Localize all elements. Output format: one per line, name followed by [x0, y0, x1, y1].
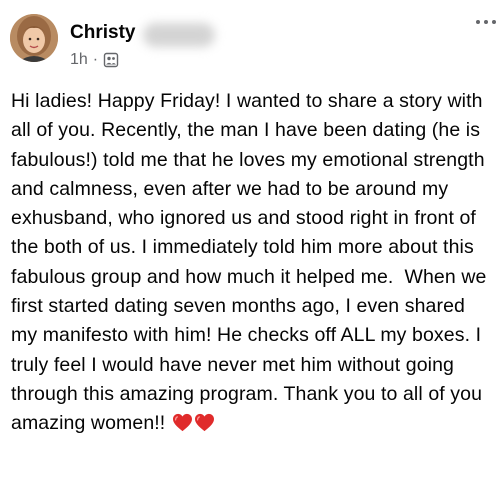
- post-timestamp[interactable]: 1h: [70, 51, 88, 69]
- more-options-icon: [476, 20, 496, 24]
- facebook-post: Christy 1h · Hi ladies! Happy Friday! I …: [0, 0, 504, 491]
- author-name[interactable]: Christy: [70, 22, 135, 44]
- meta-separator: ·: [92, 51, 99, 68]
- group-members-icon[interactable]: [103, 52, 119, 68]
- post-meta: 1h ·: [70, 51, 119, 69]
- post-body: Hi ladies! Happy Friday! I wanted to sha…: [11, 87, 495, 439]
- author-avatar[interactable]: [10, 14, 58, 62]
- red-heart-emoji: [172, 414, 192, 432]
- more-options-button[interactable]: [472, 12, 500, 32]
- avatar-photo: [10, 14, 58, 62]
- redacted-last-name: [143, 23, 215, 47]
- red-heart-emoji: [194, 414, 214, 432]
- post-text: Hi ladies! Happy Friday! I wanted to sha…: [11, 90, 492, 435]
